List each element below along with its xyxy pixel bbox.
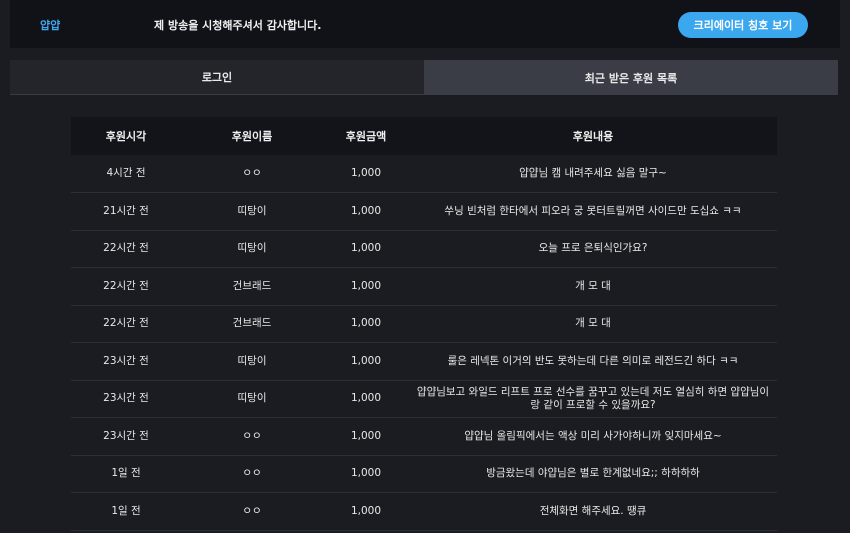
table-row: 22시간 전 건브래드 1,000 개 모 대 (71, 305, 777, 343)
cell-time: 23시간 전 (71, 342, 181, 381)
table-row: 21시간 전 띠탕이 1,000 쑤닝 빈처럼 한타에서 피오라 궁 못터트릴꺼… (71, 192, 777, 231)
cell-name: ㅇㅇ (181, 155, 323, 193)
donation-panel: 후원시각 후원이름 후원금액 후원내용 4시간 전 ㅇㅇ 1,000 얍얍님 캠… (10, 95, 838, 533)
cell-time: 23시간 전 (71, 417, 181, 456)
cell-amount: 1,000 (323, 267, 409, 306)
cell-time: 21시간 전 (71, 192, 181, 231)
cell-message: 개 모 대 (409, 305, 777, 343)
cell-message: 얍얍님 캠 내려주세요 싫음 말구~ (409, 155, 777, 193)
table-row: 1일 전 ㅇㅇ 1,000 전체화면 해주세요. 땡큐 (71, 492, 777, 531)
header-name: 후원이름 (181, 117, 323, 155)
cell-message: 얍얍님 올림픽에서는 액상 미리 사가야하니까 잊지마세요~ (409, 417, 777, 456)
cell-time: 22시간 전 (71, 305, 181, 343)
tab-bar: 로그인 최근 받은 후원 목록 (10, 60, 838, 95)
cell-name: ㅇㅇ (181, 455, 323, 493)
table-row: 22시간 전 건브래드 1,000 개 모 대 (71, 267, 777, 306)
cell-time: 4시간 전 (71, 155, 181, 193)
cell-message: 개 모 대 (409, 267, 777, 306)
table-row: 23시간 전 띠탕이 1,000 룰은 레넥톤 이거의 반도 못하는데 다른 의… (71, 342, 777, 381)
tab-recent-donations[interactable]: 최근 받은 후원 목록 (424, 60, 838, 95)
cell-message: 룰은 레넥톤 이거의 반도 못하는데 다른 의미로 레전드긴 하다 ㅋㅋ (409, 342, 777, 381)
header-amount: 후원금액 (323, 117, 409, 155)
cell-amount: 1,000 (323, 305, 409, 343)
creator-title-button[interactable]: 크리에이터 칭호 보기 (678, 12, 808, 38)
table-row: 22시간 전 띠탕이 1,000 오늘 프로 은퇴식인가요? (71, 230, 777, 268)
donation-table: 후원시각 후원이름 후원금액 후원내용 4시간 전 ㅇㅇ 1,000 얍얍님 캠… (71, 117, 777, 531)
cell-amount: 1,000 (323, 492, 409, 531)
cell-message: 방금왔는데 야얍님은 별로 한계없네요;; 하하하하 (409, 455, 777, 493)
cell-name: 띠탕이 (181, 380, 323, 418)
cell-amount: 1,000 (323, 192, 409, 231)
table-row: 23시간 전 ㅇㅇ 1,000 얍얍님 올림픽에서는 액상 미리 사가야하니까 … (71, 417, 777, 456)
cell-time: 1일 전 (71, 492, 181, 531)
cell-name: ㅇㅇ (181, 417, 323, 456)
cell-name: 건브래드 (181, 267, 323, 306)
header-message: 후원내용 (409, 117, 777, 155)
table-row: 4시간 전 ㅇㅇ 1,000 얍얍님 캠 내려주세요 싫음 말구~ (71, 155, 777, 193)
cell-name: 띠탕이 (181, 230, 323, 268)
cell-name: 건브래드 (181, 305, 323, 343)
cell-name: ㅇㅇ (181, 492, 323, 531)
cell-message: 얍얍님보고 와일드 리프트 프로 선수를 꿈꾸고 있는데 저도 열심히 하면 얍… (409, 380, 777, 418)
cell-time: 22시간 전 (71, 230, 181, 268)
cell-time: 22시간 전 (71, 267, 181, 306)
table-header-row: 후원시각 후원이름 후원금액 후원내용 (71, 117, 777, 155)
brand-name[interactable]: 얍얍 (40, 17, 60, 33)
header-time: 후원시각 (71, 117, 181, 155)
table-row: 1일 전 ㅇㅇ 1,000 방금왔는데 야얍님은 별로 한계없네요;; 하하하하 (71, 455, 777, 493)
cell-amount: 1,000 (323, 155, 409, 193)
cell-message: 오늘 프로 은퇴식인가요? (409, 230, 777, 268)
greeting-text: 제 방송을 시청해주셔서 감사합니다. (154, 19, 322, 32)
cell-amount: 1,000 (323, 342, 409, 381)
cell-amount: 1,000 (323, 380, 409, 418)
cell-message: 쑤닝 빈처럼 한타에서 피오라 궁 못터트릴꺼면 사이드만 도십쇼 ㅋㅋ (409, 192, 777, 231)
cell-message: 전체화면 해주세요. 땡큐 (409, 492, 777, 531)
cell-amount: 1,000 (323, 417, 409, 456)
cell-time: 1일 전 (71, 455, 181, 493)
cell-amount: 1,000 (323, 230, 409, 268)
cell-name: 띠탕이 (181, 192, 323, 231)
table-row: 23시간 전 띠탕이 1,000 얍얍님보고 와일드 리프트 프로 선수를 꿈꾸… (71, 380, 777, 418)
top-bar: 얍얍 제 방송을 시청해주셔서 감사합니다. 크리에이터 칭호 보기 (10, 0, 840, 48)
cell-name: 띠탕이 (181, 342, 323, 381)
cell-amount: 1,000 (323, 455, 409, 493)
tab-login[interactable]: 로그인 (10, 60, 424, 95)
cell-time: 23시간 전 (71, 380, 181, 418)
